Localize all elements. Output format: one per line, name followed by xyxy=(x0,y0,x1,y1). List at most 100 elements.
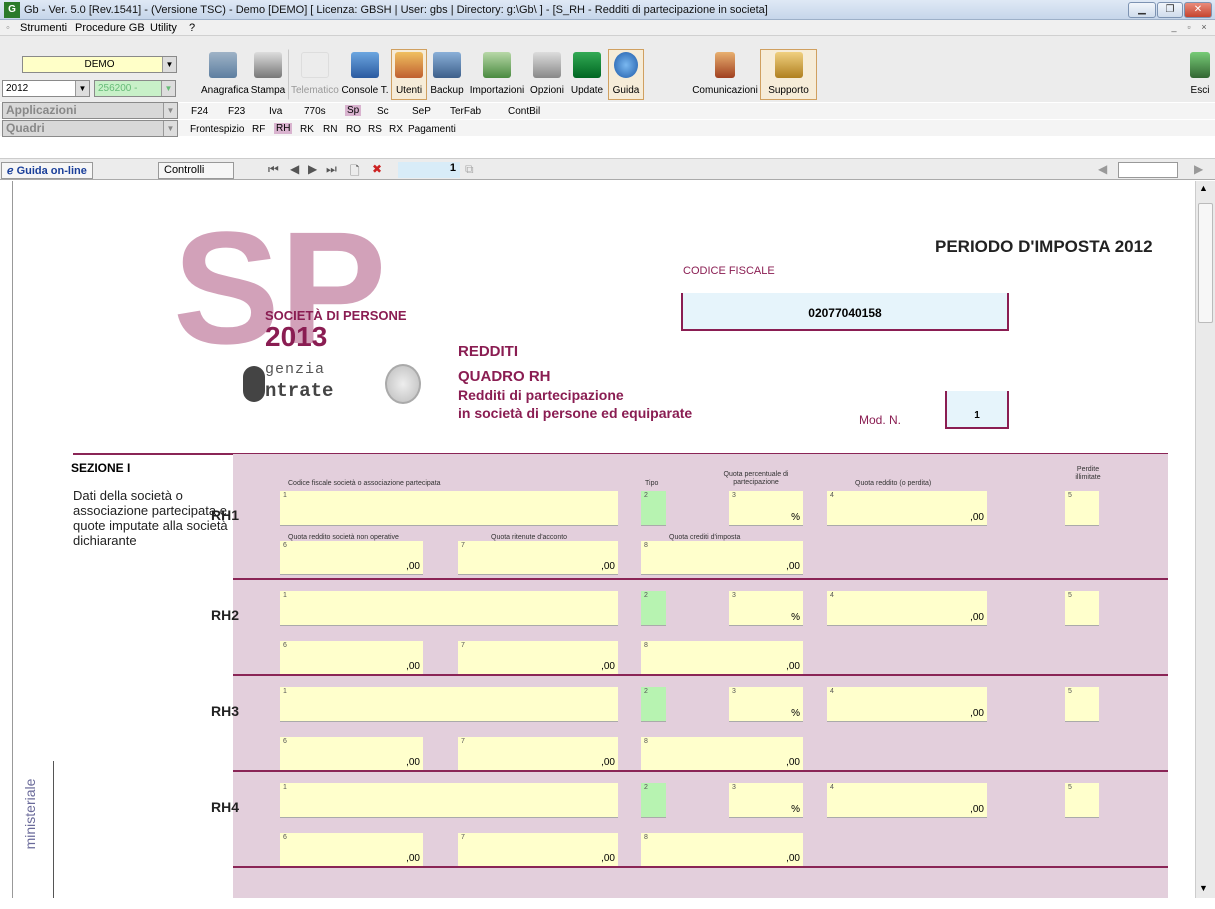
codice-fiscale-field[interactable]: 02077040158 xyxy=(681,293,1009,331)
mod-n-field[interactable]: 1 xyxy=(945,391,1009,429)
company-select[interactable]: DEMO ▼ xyxy=(22,56,177,73)
field-1[interactable]: 1 xyxy=(280,783,618,818)
menu-utility[interactable]: Utility xyxy=(150,22,177,34)
mdi-minimize-icon[interactable]: _ xyxy=(1168,22,1180,34)
first-page-icon[interactable]: ⏮ xyxy=(268,162,279,177)
utenti-button[interactable]: Utenti xyxy=(391,49,427,100)
col-header-3: Quota percentuale di partecipazione xyxy=(723,471,789,486)
menu-strumenti[interactable]: Strumenti xyxy=(20,22,67,34)
form-area: SP SOCIETÀ DI PERSONE 2013 genzia ntrate… xyxy=(12,181,1195,898)
menu-help[interactable]: ? xyxy=(189,22,195,34)
page-lock-icon[interactable]: ⧉ xyxy=(465,162,474,177)
field-7-ritenute[interactable]: 7,00 xyxy=(458,641,618,675)
vertical-scrollbar[interactable]: ▲ ▼ xyxy=(1195,181,1215,898)
field-2-tipo[interactable]: 2 xyxy=(641,783,666,818)
scroll-right-icon[interactable]: ▶ xyxy=(1194,162,1203,176)
scroll-up-icon[interactable]: ▲ xyxy=(1199,183,1208,193)
guida-button[interactable]: Guida xyxy=(608,49,644,100)
field-7-ritenute[interactable]: 7,00 xyxy=(458,737,618,771)
field-1[interactable]: 1 xyxy=(280,491,618,526)
field-3-percent[interactable]: 3% xyxy=(729,491,803,526)
field-2-tipo[interactable]: 2 xyxy=(641,491,666,526)
field-5-perdite[interactable]: 5 xyxy=(1065,591,1099,626)
field-4-reddito[interactable]: 4,00 xyxy=(827,491,987,526)
guida-online-button[interactable]: ℯ Guida on-line xyxy=(1,162,93,179)
tab-frontespizio[interactable]: Frontespizio xyxy=(190,124,244,135)
field-8-crediti[interactable]: 8,00 xyxy=(641,541,803,575)
new-page-icon[interactable]: 🗋 xyxy=(350,162,360,183)
console-button[interactable]: Console T. xyxy=(340,49,390,100)
field-6-non-operative[interactable]: 6,00 xyxy=(280,641,423,675)
tab-sc[interactable]: Sc xyxy=(377,106,389,117)
tab-sep[interactable]: SeP xyxy=(412,106,431,117)
field-5-perdite[interactable]: 5 xyxy=(1065,687,1099,722)
tab-f24[interactable]: F24 xyxy=(191,106,208,117)
comunicazioni-button[interactable]: Comunicazioni xyxy=(690,49,760,100)
tab-terfab[interactable]: TerFab xyxy=(450,106,481,117)
backup-button[interactable]: Backup xyxy=(428,49,466,100)
tab-rs[interactable]: RS xyxy=(368,124,382,135)
field-2-tipo[interactable]: 2 xyxy=(641,687,666,722)
anagrafica-button[interactable]: Anagrafica xyxy=(200,49,249,100)
tab-rk[interactable]: RK xyxy=(300,124,314,135)
tab-rf[interactable]: RF xyxy=(252,124,265,135)
field-7-ritenute[interactable]: 7,00 xyxy=(458,833,618,867)
code-select[interactable]: 256200 - ▼ xyxy=(94,80,176,97)
quadri-select[interactable]: Quadri ▼ xyxy=(2,120,178,137)
applicazioni-select[interactable]: Applicazioni ▼ xyxy=(2,102,178,119)
year-select[interactable]: 2012 ▼ xyxy=(2,80,90,97)
supporto-button[interactable]: Supporto xyxy=(760,49,817,100)
tab-770s[interactable]: 770s xyxy=(304,106,326,117)
last-page-icon[interactable]: ⏭ xyxy=(326,162,337,177)
restore-button[interactable]: ❐ xyxy=(1157,2,1183,18)
field-3-percent[interactable]: 3% xyxy=(729,687,803,722)
tab-ro[interactable]: RO xyxy=(346,124,361,135)
field-8-crediti[interactable]: 8,00 xyxy=(641,641,803,675)
field-7-ritenute[interactable]: 7,00 xyxy=(458,541,618,575)
menu-procedure-gb[interactable]: Procedure GB xyxy=(75,22,145,34)
field-8-crediti[interactable]: 8,00 xyxy=(641,833,803,867)
tab-rh[interactable]: RH xyxy=(274,123,293,134)
field-number: 5 xyxy=(1068,688,1072,695)
telematico-button[interactable]: Telematico xyxy=(290,49,339,100)
horizontal-scroll-field[interactable] xyxy=(1118,162,1178,178)
stampa-button[interactable]: Stampa xyxy=(247,49,289,100)
importazioni-button[interactable]: Importazioni xyxy=(467,49,527,100)
field-3-percent[interactable]: 3% xyxy=(729,591,803,626)
scroll-left-icon[interactable]: ◀ xyxy=(1098,162,1107,176)
field-4-reddito[interactable]: 4,00 xyxy=(827,783,987,818)
tab-pagamenti[interactable]: Pagamenti xyxy=(408,124,456,135)
field-8-crediti[interactable]: 8,00 xyxy=(641,737,803,771)
field-6-non-operative[interactable]: 6,00 xyxy=(280,737,423,771)
tab-f23[interactable]: F23 xyxy=(228,106,245,117)
minimize-button[interactable]: ▁ xyxy=(1128,2,1156,18)
tab-iva[interactable]: Iva xyxy=(269,106,282,117)
prev-page-icon[interactable]: ◀ xyxy=(290,162,299,176)
field-6-non-operative[interactable]: 6,00 xyxy=(280,833,423,867)
field-4-reddito[interactable]: 4,00 xyxy=(827,687,987,722)
update-button[interactable]: Update xyxy=(567,49,607,100)
field-3-percent[interactable]: 3% xyxy=(729,783,803,818)
field-1[interactable]: 1 xyxy=(280,687,618,722)
field-1[interactable]: 1 xyxy=(280,591,618,626)
scroll-down-icon[interactable]: ▼ xyxy=(1199,883,1208,893)
close-button[interactable]: ✕ xyxy=(1184,2,1212,18)
delete-page-icon[interactable]: ✖ xyxy=(372,162,382,176)
field-4-reddito[interactable]: 4,00 xyxy=(827,591,987,626)
tab-contbil[interactable]: ContBil xyxy=(508,106,540,117)
scroll-thumb[interactable] xyxy=(1198,203,1213,323)
page-number-field[interactable]: 1 xyxy=(398,162,460,178)
field-5-perdite[interactable]: 5 xyxy=(1065,491,1099,526)
tab-sp[interactable]: Sp xyxy=(345,105,362,116)
controlli-button[interactable]: Controlli xyxy=(158,162,234,179)
mdi-restore-icon[interactable]: ▫ xyxy=(1183,22,1195,34)
field-5-perdite[interactable]: 5 xyxy=(1065,783,1099,818)
tab-rn[interactable]: RN xyxy=(323,124,337,135)
field-6-non-operative[interactable]: 6,00 xyxy=(280,541,423,575)
esci-button[interactable]: Esci xyxy=(1186,49,1214,100)
mdi-close-icon[interactable]: × xyxy=(1198,22,1210,34)
opzioni-button[interactable]: Opzioni xyxy=(528,49,566,100)
field-2-tipo[interactable]: 2 xyxy=(641,591,666,626)
next-page-icon[interactable]: ▶ xyxy=(308,162,317,176)
tab-rx[interactable]: RX xyxy=(389,124,403,135)
